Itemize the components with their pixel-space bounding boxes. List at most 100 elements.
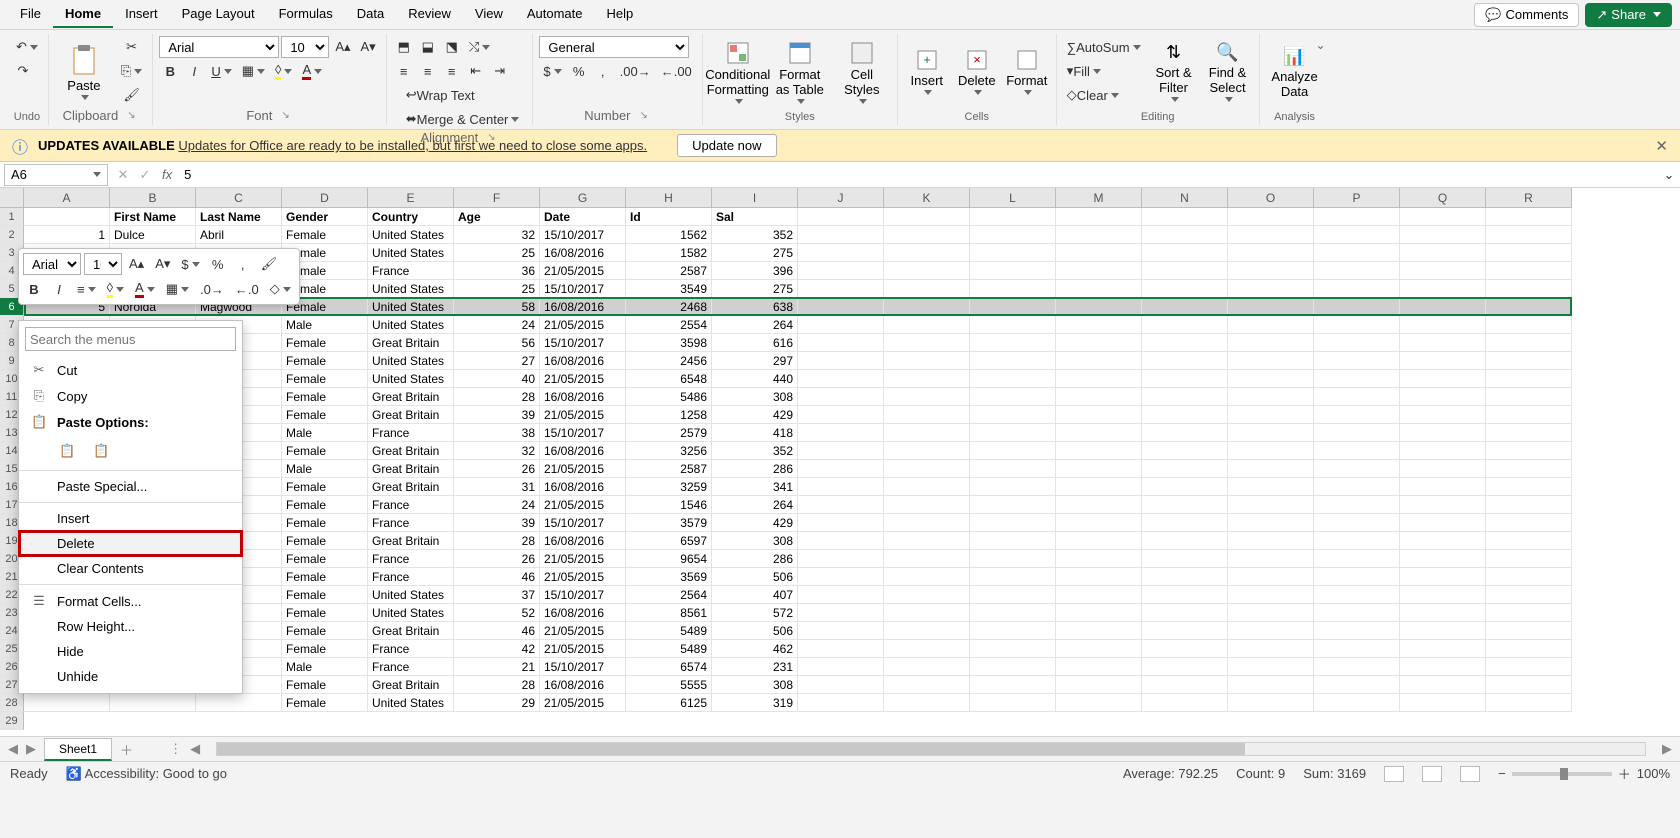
cell[interactable] — [798, 586, 884, 604]
cell[interactable] — [1142, 262, 1228, 280]
cell[interactable]: 21/05/2015 — [540, 694, 626, 712]
row-header-28[interactable]: 28 — [0, 694, 24, 712]
cell[interactable] — [1142, 298, 1228, 316]
cell[interactable] — [798, 676, 884, 694]
cell[interactable]: 429 — [712, 406, 798, 424]
cell[interactable] — [884, 460, 970, 478]
cell[interactable]: Female — [282, 352, 368, 370]
cell[interactable]: 3569 — [626, 568, 712, 586]
cell[interactable]: 6597 — [626, 532, 712, 550]
cell[interactable] — [1400, 334, 1486, 352]
cell[interactable] — [1056, 658, 1142, 676]
ctx-unhide[interactable]: Unhide — [19, 664, 242, 689]
cell[interactable] — [1314, 316, 1400, 334]
comma-button[interactable]: , — [592, 60, 614, 82]
cell[interactable]: Female — [282, 532, 368, 550]
cell[interactable]: Abril — [196, 226, 282, 244]
cell[interactable] — [1056, 496, 1142, 514]
cell[interactable]: 16/08/2016 — [540, 352, 626, 370]
cell[interactable] — [1314, 676, 1400, 694]
borders-button[interactable]: ▦ — [238, 60, 269, 82]
cell[interactable]: 5489 — [626, 640, 712, 658]
cell[interactable] — [970, 676, 1056, 694]
cell[interactable]: 28 — [454, 388, 540, 406]
add-sheet-button[interactable]: ＋ — [120, 740, 133, 759]
clear-button[interactable]: ◇ Clear — [1063, 84, 1123, 106]
cell[interactable] — [884, 208, 970, 226]
increase-indent-button[interactable]: ⇥ — [489, 60, 511, 82]
cell[interactable] — [1228, 442, 1314, 460]
cell[interactable] — [884, 604, 970, 622]
cut-button[interactable]: ✂ — [117, 36, 146, 58]
underline-button[interactable]: U — [207, 60, 235, 82]
cell[interactable] — [970, 244, 1056, 262]
cell[interactable] — [1314, 298, 1400, 316]
sheet-nav-next[interactable]: ▶ — [26, 741, 36, 757]
formula-input[interactable] — [178, 164, 1658, 186]
paste-option-all[interactable]: 📋 — [55, 440, 79, 462]
bold-button[interactable]: B — [159, 60, 181, 82]
cell[interactable] — [1228, 334, 1314, 352]
fx-icon[interactable]: fx — [156, 167, 178, 182]
orientation-button[interactable]: ⤭ — [465, 36, 494, 58]
cell[interactable] — [1142, 280, 1228, 298]
font-name-select[interactable]: Arial — [159, 36, 279, 58]
sheet-tab-sheet1[interactable]: Sheet1 — [44, 738, 112, 761]
cell[interactable]: 15/10/2017 — [540, 658, 626, 676]
cell[interactable]: 352 — [712, 226, 798, 244]
cell[interactable] — [1228, 622, 1314, 640]
cell[interactable]: 9654 — [626, 550, 712, 568]
scroll-right-button[interactable]: ▶ — [1662, 741, 1672, 757]
format-painter-button[interactable]: 🖌 — [117, 84, 146, 106]
merge-center-button[interactable]: ⬌ Merge & Center — [399, 108, 527, 130]
cell[interactable]: 46 — [454, 622, 540, 640]
mini-font-color[interactable]: A — [131, 278, 159, 300]
cell[interactable]: 286 — [712, 460, 798, 478]
cell[interactable]: Female — [282, 226, 368, 244]
col-header-Q[interactable]: Q — [1400, 188, 1486, 207]
cell[interactable] — [1486, 460, 1572, 478]
cell[interactable] — [1056, 586, 1142, 604]
cell[interactable]: 275 — [712, 244, 798, 262]
ctx-delete[interactable]: Delete — [19, 531, 242, 556]
cell[interactable] — [1228, 370, 1314, 388]
cell[interactable] — [1314, 244, 1400, 262]
cell[interactable] — [1056, 424, 1142, 442]
italic-button[interactable]: I — [183, 60, 205, 82]
cell[interactable] — [798, 226, 884, 244]
cell[interactable] — [1228, 460, 1314, 478]
cell[interactable] — [884, 244, 970, 262]
cell[interactable]: 2468 — [626, 298, 712, 316]
cell[interactable] — [1228, 640, 1314, 658]
cell[interactable] — [1142, 568, 1228, 586]
cell[interactable]: 5486 — [626, 388, 712, 406]
cell[interactable]: 8561 — [626, 604, 712, 622]
cell[interactable] — [1486, 694, 1572, 712]
cell[interactable] — [24, 208, 110, 226]
cell[interactable] — [970, 334, 1056, 352]
cell[interactable] — [1228, 478, 1314, 496]
tab-data[interactable]: Data — [345, 1, 396, 28]
cell[interactable] — [1228, 226, 1314, 244]
row-header-29[interactable]: 29 — [0, 712, 24, 730]
cell[interactable] — [1228, 316, 1314, 334]
cell[interactable] — [1228, 604, 1314, 622]
align-top-button[interactable]: ⬒ — [393, 36, 415, 58]
cell[interactable] — [1486, 370, 1572, 388]
cell[interactable]: 1258 — [626, 406, 712, 424]
cell[interactable]: Female — [282, 388, 368, 406]
mini-inc-decimal[interactable]: .0→ — [196, 278, 228, 300]
col-header-C[interactable]: C — [196, 188, 282, 207]
cell[interactable] — [1400, 568, 1486, 586]
cell[interactable] — [884, 496, 970, 514]
fill-button[interactable]: ▾ Fill — [1063, 60, 1105, 82]
cell[interactable] — [1400, 622, 1486, 640]
col-header-G[interactable]: G — [540, 188, 626, 207]
cell[interactable] — [1228, 514, 1314, 532]
cell[interactable]: Female — [282, 676, 368, 694]
cell[interactable] — [1486, 568, 1572, 586]
cell[interactable] — [1486, 622, 1572, 640]
cell[interactable] — [1400, 658, 1486, 676]
tab-home[interactable]: Home — [53, 1, 113, 28]
cell[interactable] — [884, 424, 970, 442]
